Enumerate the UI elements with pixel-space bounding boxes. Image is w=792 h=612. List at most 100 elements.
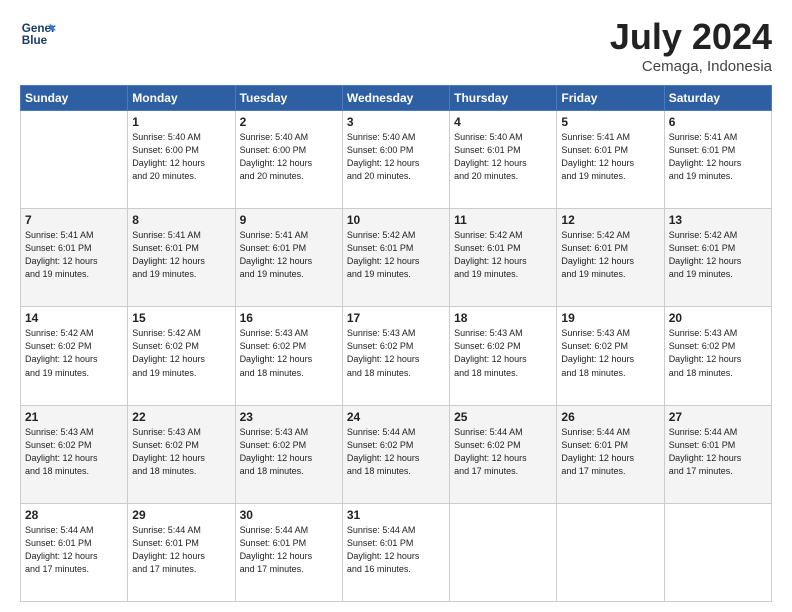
calendar-cell: 23 Sunrise: 5:43 AM Sunset: 6:02 PM Dayli… (235, 405, 342, 503)
calendar-cell: 5 Sunrise: 5:41 AM Sunset: 6:01 PM Daylig… (557, 111, 664, 209)
cell-info-text: Sunrise: 5:41 AM Sunset: 6:01 PM Dayligh… (669, 131, 767, 183)
title-block: July 2024 Cemaga, Indonesia (610, 16, 772, 75)
cell-info-text: Sunrise: 5:43 AM Sunset: 6:02 PM Dayligh… (669, 327, 767, 379)
calendar-cell (21, 111, 128, 209)
cell-info-text: Sunrise: 5:43 AM Sunset: 6:02 PM Dayligh… (347, 327, 445, 379)
calendar-cell: 21Sunrise: 5:43 AM Sunset: 6:02 PM Dayli… (21, 405, 128, 503)
calendar-cell: 3Sunrise: 5:40 AM Sunset: 6:00 PM Daylig… (342, 111, 449, 209)
calendar-cell: 18 Sunrise: 5:43 AM Sunset: 6:02 PM Dayli… (450, 307, 557, 405)
calendar-cell (664, 503, 771, 601)
cell-day-number: 10 (347, 213, 445, 227)
cell-info-text: Sunrise: 5:44 AM Sunset: 6:01 PM Dayligh… (132, 524, 230, 576)
calendar-table: SundayMondayTuesdayWednesdayThursdayFrid… (20, 85, 772, 602)
calendar-cell: 28 Sunrise: 5:44 AM Sunset: 6:01 PM Dayli… (21, 503, 128, 601)
calendar-cell: 13Sunrise: 5:42 AM Sunset: 6:01 PM Dayli… (664, 209, 771, 307)
cell-day-number: 31 (347, 508, 445, 522)
calendar-cell: 14 Sunrise: 5:42 AM Sunset: 6:02 PM Dayli… (21, 307, 128, 405)
cell-info-text: Sunrise: 5:44 AM Sunset: 6:01 PM Dayligh… (669, 426, 767, 478)
calendar-week-row: 7 Sunrise: 5:41 AM Sunset: 6:01 PM Daylig… (21, 209, 772, 307)
calendar-cell: 25Sunrise: 5:44 AM Sunset: 6:02 PM Dayli… (450, 405, 557, 503)
cell-day-number: 2 (240, 115, 338, 129)
cell-info-text: Sunrise: 5:41 AM Sunset: 6:01 PM Dayligh… (132, 229, 230, 281)
cell-info-text: Sunrise: 5:41 AM Sunset: 6:01 PM Dayligh… (561, 131, 659, 183)
calendar-cell: 19 Sunrise: 5:43 AM Sunset: 6:02 PM Dayli… (557, 307, 664, 405)
cell-info-text: Sunrise: 5:43 AM Sunset: 6:02 PM Dayligh… (561, 327, 659, 379)
cell-day-number: 29 (132, 508, 230, 522)
cell-info-text: Sunrise: 5:40 AM Sunset: 6:00 PM Dayligh… (132, 131, 230, 183)
cell-day-number: 7 (25, 213, 123, 227)
page: General Blue July 2024 Cemaga, Indonesia… (0, 0, 792, 612)
cell-info-text: Sunrise: 5:42 AM Sunset: 6:02 PM Dayligh… (132, 327, 230, 379)
calendar-cell: 1 Sunrise: 5:40 AM Sunset: 6:00 PM Daylig… (128, 111, 235, 209)
cell-day-number: 17 (347, 311, 445, 325)
cell-info-text: Sunrise: 5:42 AM Sunset: 6:01 PM Dayligh… (454, 229, 552, 281)
calendar-cell: 4 Sunrise: 5:40 AM Sunset: 6:01 PM Daylig… (450, 111, 557, 209)
cell-info-text: Sunrise: 5:44 AM Sunset: 6:01 PM Dayligh… (347, 524, 445, 576)
cell-day-number: 4 (454, 115, 552, 129)
cell-day-number: 18 (454, 311, 552, 325)
calendar-body: 1 Sunrise: 5:40 AM Sunset: 6:00 PM Daylig… (21, 111, 772, 602)
calendar-week-row: 28 Sunrise: 5:44 AM Sunset: 6:01 PM Dayli… (21, 503, 772, 601)
calendar-cell: 26Sunrise: 5:44 AM Sunset: 6:01 PM Dayli… (557, 405, 664, 503)
cell-info-text: Sunrise: 5:44 AM Sunset: 6:02 PM Dayligh… (347, 426, 445, 478)
calendar-cell: 9Sunrise: 5:41 AM Sunset: 6:01 PM Daylig… (235, 209, 342, 307)
calendar-header-sunday: Sunday (21, 86, 128, 111)
calendar-cell: 17 Sunrise: 5:43 AM Sunset: 6:02 PM Dayli… (342, 307, 449, 405)
calendar-cell: 8Sunrise: 5:41 AM Sunset: 6:01 PM Daylig… (128, 209, 235, 307)
cell-day-number: 24 (347, 410, 445, 424)
calendar-cell: 16Sunrise: 5:43 AM Sunset: 6:02 PM Dayli… (235, 307, 342, 405)
cell-info-text: Sunrise: 5:40 AM Sunset: 6:00 PM Dayligh… (347, 131, 445, 183)
cell-day-number: 12 (561, 213, 659, 227)
cell-day-number: 23 (240, 410, 338, 424)
calendar-cell: 10 Sunrise: 5:42 AM Sunset: 6:01 PM Dayli… (342, 209, 449, 307)
calendar-cell: 7 Sunrise: 5:41 AM Sunset: 6:01 PM Daylig… (21, 209, 128, 307)
month-year-title: July 2024 (610, 16, 772, 58)
calendar-cell (450, 503, 557, 601)
calendar-cell: 22 Sunrise: 5:43 AM Sunset: 6:02 PM Dayli… (128, 405, 235, 503)
cell-day-number: 5 (561, 115, 659, 129)
svg-text:Blue: Blue (22, 34, 48, 47)
cell-day-number: 30 (240, 508, 338, 522)
calendar-cell: 30 Sunrise: 5:44 AM Sunset: 6:01 PM Dayli… (235, 503, 342, 601)
cell-info-text: Sunrise: 5:42 AM Sunset: 6:01 PM Dayligh… (347, 229, 445, 281)
calendar-cell: 2 Sunrise: 5:40 AM Sunset: 6:00 PM Daylig… (235, 111, 342, 209)
calendar-cell (557, 503, 664, 601)
logo-icon: General Blue (20, 16, 56, 52)
cell-info-text: Sunrise: 5:42 AM Sunset: 6:02 PM Dayligh… (25, 327, 123, 379)
calendar-header-row: SundayMondayTuesdayWednesdayThursdayFrid… (21, 86, 772, 111)
calendar-cell: 29 Sunrise: 5:44 AM Sunset: 6:01 PM Dayli… (128, 503, 235, 601)
cell-day-number: 22 (132, 410, 230, 424)
cell-day-number: 21 (25, 410, 123, 424)
calendar-cell: 31 Sunrise: 5:44 AM Sunset: 6:01 PM Dayli… (342, 503, 449, 601)
cell-info-text: Sunrise: 5:40 AM Sunset: 6:00 PM Dayligh… (240, 131, 338, 183)
cell-day-number: 11 (454, 213, 552, 227)
cell-day-number: 19 (561, 311, 659, 325)
cell-day-number: 25 (454, 410, 552, 424)
cell-day-number: 14 (25, 311, 123, 325)
calendar-cell: 6 Sunrise: 5:41 AM Sunset: 6:01 PM Daylig… (664, 111, 771, 209)
calendar-cell: 12 Sunrise: 5:42 AM Sunset: 6:01 PM Dayli… (557, 209, 664, 307)
cell-info-text: Sunrise: 5:43 AM Sunset: 6:02 PM Dayligh… (240, 426, 338, 478)
logo: General Blue (20, 16, 56, 52)
calendar-cell: 15Sunrise: 5:42 AM Sunset: 6:02 PM Dayli… (128, 307, 235, 405)
cell-info-text: Sunrise: 5:43 AM Sunset: 6:02 PM Dayligh… (132, 426, 230, 478)
cell-day-number: 20 (669, 311, 767, 325)
cell-info-text: Sunrise: 5:41 AM Sunset: 6:01 PM Dayligh… (25, 229, 123, 281)
cell-info-text: Sunrise: 5:43 AM Sunset: 6:02 PM Dayligh… (454, 327, 552, 379)
cell-day-number: 9 (240, 213, 338, 227)
calendar-header-saturday: Saturday (664, 86, 771, 111)
cell-info-text: Sunrise: 5:42 AM Sunset: 6:01 PM Dayligh… (561, 229, 659, 281)
cell-day-number: 28 (25, 508, 123, 522)
cell-info-text: Sunrise: 5:42 AM Sunset: 6:01 PM Dayligh… (669, 229, 767, 281)
cell-info-text: Sunrise: 5:44 AM Sunset: 6:01 PM Dayligh… (25, 524, 123, 576)
cell-day-number: 6 (669, 115, 767, 129)
header: General Blue July 2024 Cemaga, Indonesia (20, 16, 772, 75)
calendar-header-tuesday: Tuesday (235, 86, 342, 111)
calendar-cell: 24 Sunrise: 5:44 AM Sunset: 6:02 PM Dayli… (342, 405, 449, 503)
calendar-cell: 11 Sunrise: 5:42 AM Sunset: 6:01 PM Dayli… (450, 209, 557, 307)
cell-info-text: Sunrise: 5:40 AM Sunset: 6:01 PM Dayligh… (454, 131, 552, 183)
cell-day-number: 1 (132, 115, 230, 129)
location-subtitle: Cemaga, Indonesia (610, 58, 772, 75)
calendar-header-thursday: Thursday (450, 86, 557, 111)
cell-info-text: Sunrise: 5:44 AM Sunset: 6:01 PM Dayligh… (240, 524, 338, 576)
